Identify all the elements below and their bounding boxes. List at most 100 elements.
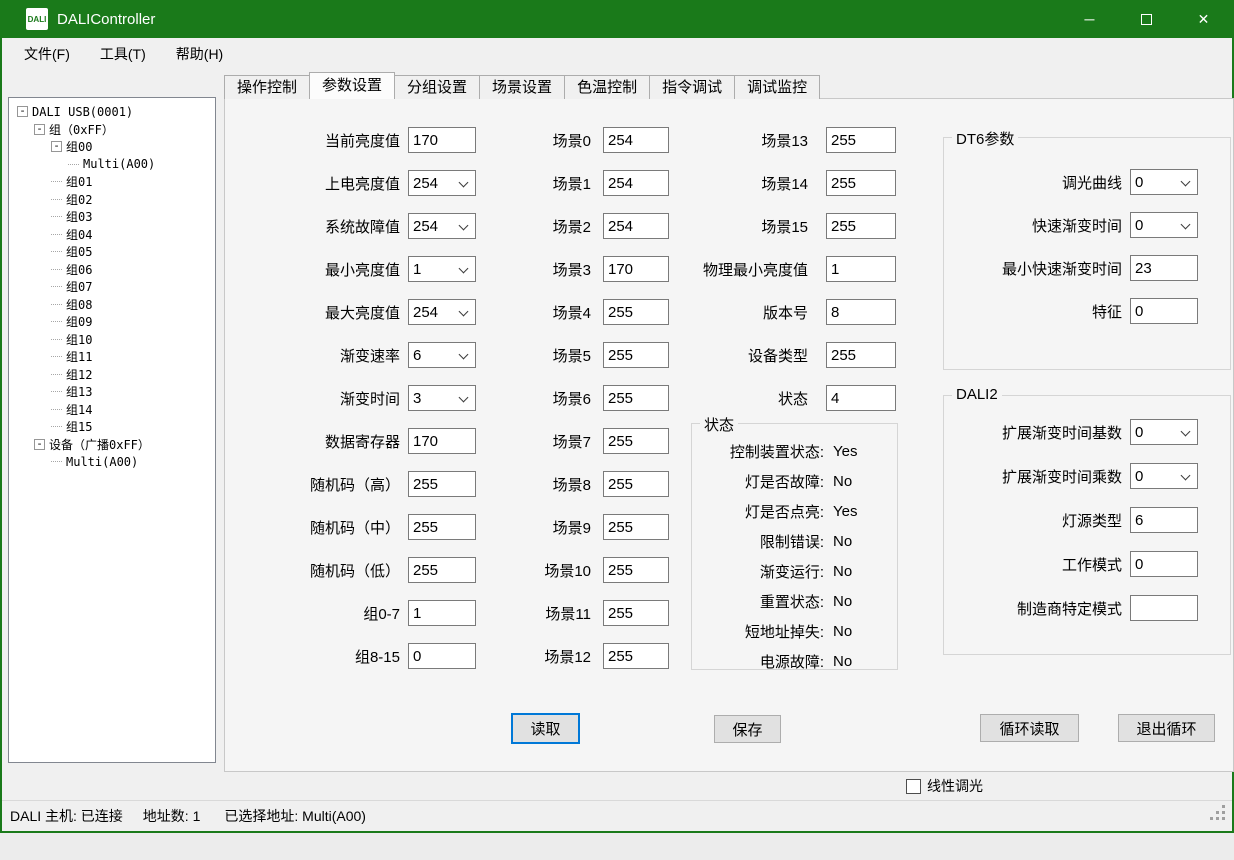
- tree-item-label[interactable]: 组03: [66, 208, 92, 225]
- tree-item-label[interactable]: 组06: [66, 261, 92, 278]
- dropdown-select[interactable]: 6: [408, 342, 476, 368]
- field-input[interactable]: [603, 514, 669, 540]
- tree-item-label[interactable]: Multi(A00): [83, 157, 155, 171]
- tree-item[interactable]: 组11: [9, 348, 215, 366]
- tree-item-label[interactable]: 组14: [66, 401, 92, 418]
- tab-command-debug[interactable]: 指令调试: [649, 75, 735, 99]
- dropdown-select[interactable]: 0: [1130, 212, 1198, 238]
- field-input[interactable]: [408, 471, 476, 497]
- dropdown-select[interactable]: 254: [408, 213, 476, 239]
- dropdown-select[interactable]: 0: [1130, 463, 1198, 489]
- field-input[interactable]: [1130, 255, 1198, 281]
- tree-item-label[interactable]: 组09: [66, 313, 92, 330]
- field-input[interactable]: [826, 170, 896, 196]
- close-button[interactable]: ✕: [1175, 0, 1232, 38]
- field-input[interactable]: [1130, 507, 1198, 533]
- tree-collapse-icon[interactable]: -: [17, 106, 28, 117]
- field-input[interactable]: [408, 514, 476, 540]
- tree-item[interactable]: 组02: [9, 191, 215, 209]
- tree-item-label[interactable]: 设备（广播0xFF）: [49, 436, 150, 453]
- tree-item[interactable]: 组15: [9, 418, 215, 436]
- tab-grouping-settings[interactable]: 分组设置: [394, 75, 480, 99]
- tree-item-label[interactable]: 组15: [66, 418, 92, 435]
- tab-color-temperature[interactable]: 色温控制: [564, 75, 650, 99]
- tab-debug-monitor[interactable]: 调试监控: [734, 75, 820, 99]
- tree-item[interactable]: -组00: [9, 138, 215, 156]
- menu-file[interactable]: 文件(F): [9, 41, 85, 67]
- field-input[interactable]: [826, 385, 896, 411]
- tree-item[interactable]: -DALI USB(0001): [9, 103, 215, 121]
- tree-item[interactable]: 组01: [9, 173, 215, 191]
- dropdown-select[interactable]: 1: [408, 256, 476, 282]
- tree-item-label[interactable]: 组12: [66, 366, 92, 383]
- maximize-button[interactable]: [1118, 0, 1175, 38]
- tree-collapse-icon[interactable]: -: [34, 124, 45, 135]
- device-tree[interactable]: -DALI USB(0001)-组（0xFF）-组00Multi(A00)组01…: [8, 97, 216, 763]
- tree-item[interactable]: 组06: [9, 261, 215, 279]
- exit-loop-button[interactable]: 退出循环: [1118, 714, 1215, 742]
- tree-item-label[interactable]: 组07: [66, 278, 92, 295]
- tree-item[interactable]: -设备（广播0xFF）: [9, 436, 215, 454]
- field-input[interactable]: [408, 428, 476, 454]
- field-input[interactable]: [1130, 551, 1198, 577]
- menu-help[interactable]: 帮助(H): [161, 41, 238, 67]
- tree-item-label[interactable]: 组01: [66, 173, 92, 190]
- tree-item-label[interactable]: 组13: [66, 383, 92, 400]
- tree-item[interactable]: 组03: [9, 208, 215, 226]
- field-input[interactable]: [603, 471, 669, 497]
- tree-item[interactable]: 组04: [9, 226, 215, 244]
- tree-item[interactable]: Multi(A00): [9, 156, 215, 174]
- field-input[interactable]: [408, 600, 476, 626]
- field-input[interactable]: [826, 127, 896, 153]
- tree-item-label[interactable]: 组（0xFF）: [49, 121, 114, 138]
- field-input[interactable]: [826, 213, 896, 239]
- checkbox-box-icon[interactable]: [906, 779, 921, 794]
- tree-item[interactable]: 组05: [9, 243, 215, 261]
- field-input[interactable]: [603, 643, 669, 669]
- tab-operation-control[interactable]: 操作控制: [224, 75, 310, 99]
- tree-item-label[interactable]: 组08: [66, 296, 92, 313]
- tree-collapse-icon[interactable]: -: [51, 141, 62, 152]
- tree-item-label[interactable]: 组02: [66, 191, 92, 208]
- field-input[interactable]: [603, 428, 669, 454]
- menu-tools[interactable]: 工具(T): [85, 41, 161, 67]
- tree-item-label[interactable]: DALI USB(0001): [32, 105, 133, 119]
- loop-read-button[interactable]: 循环读取: [980, 714, 1079, 742]
- tree-item[interactable]: 组07: [9, 278, 215, 296]
- field-input[interactable]: [826, 299, 896, 325]
- tree-item[interactable]: Multi(A00): [9, 453, 215, 471]
- read-button[interactable]: 读取: [511, 713, 580, 744]
- field-input[interactable]: [826, 256, 896, 282]
- tree-item[interactable]: 组12: [9, 366, 215, 384]
- tree-item[interactable]: 组08: [9, 296, 215, 314]
- tree-item-label[interactable]: Multi(A00): [66, 455, 138, 469]
- tree-item[interactable]: 组13: [9, 383, 215, 401]
- dropdown-select[interactable]: 254: [408, 299, 476, 325]
- field-input[interactable]: [408, 557, 476, 583]
- dropdown-select[interactable]: 3: [408, 385, 476, 411]
- dropdown-select[interactable]: 254: [408, 170, 476, 196]
- field-input[interactable]: [1130, 595, 1198, 621]
- tree-item-label[interactable]: 组05: [66, 243, 92, 260]
- field-input[interactable]: [826, 342, 896, 368]
- save-button[interactable]: 保存: [714, 715, 781, 743]
- tree-item-label[interactable]: 组11: [66, 348, 92, 365]
- tree-item[interactable]: 组14: [9, 401, 215, 419]
- tree-item[interactable]: 组09: [9, 313, 215, 331]
- dropdown-select[interactable]: 0: [1130, 419, 1198, 445]
- resize-grip[interactable]: [1210, 805, 1226, 821]
- minimize-button[interactable]: ─: [1061, 0, 1118, 38]
- field-input[interactable]: [408, 127, 476, 153]
- linear-dimming-checkbox[interactable]: 线性调光: [906, 776, 983, 796]
- tab-parameter-settings[interactable]: 参数设置: [309, 72, 395, 99]
- tree-item-label[interactable]: 组00: [66, 138, 92, 155]
- tree-item[interactable]: 组10: [9, 331, 215, 349]
- tab-scene-settings[interactable]: 场景设置: [479, 75, 565, 99]
- dropdown-select[interactable]: 0: [1130, 169, 1198, 195]
- tree-item-label[interactable]: 组04: [66, 226, 92, 243]
- field-input[interactable]: [1130, 298, 1198, 324]
- tree-collapse-icon[interactable]: -: [34, 439, 45, 450]
- field-input[interactable]: [408, 643, 476, 669]
- tree-item[interactable]: -组（0xFF）: [9, 121, 215, 139]
- field-input[interactable]: [603, 557, 669, 583]
